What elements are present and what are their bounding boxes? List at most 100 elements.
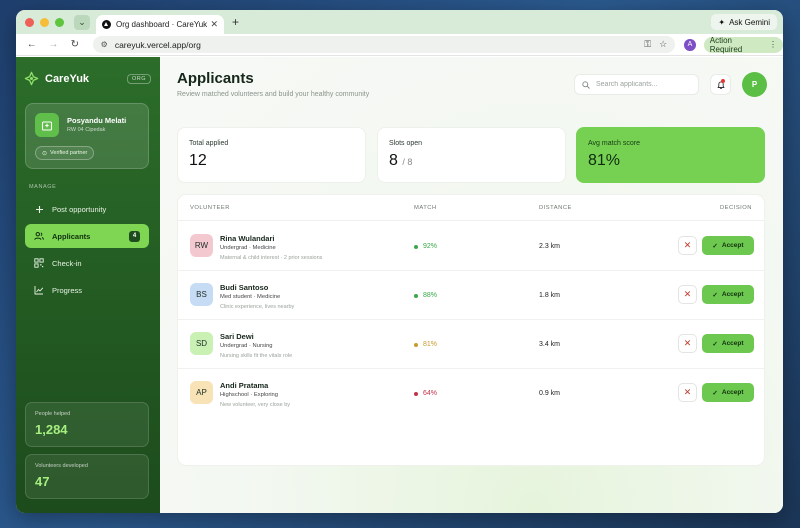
applicant-name: Sari Dewi bbox=[220, 332, 254, 341]
accept-label: Accept bbox=[721, 242, 744, 249]
chart-icon bbox=[34, 285, 44, 295]
reject-button[interactable]: ✕ bbox=[678, 383, 697, 402]
accept-label: Accept bbox=[721, 340, 744, 347]
close-icon: ✕ bbox=[683, 387, 692, 397]
manage-section-label: MANAGE bbox=[29, 184, 57, 190]
sidebar: CareYuk ORG Posyandu Melati RW 04 Cipeda… bbox=[16, 57, 160, 513]
browser-profile-avatar[interactable]: A bbox=[684, 38, 696, 51]
column-header-volunteer: VOLUNTEER bbox=[190, 205, 230, 211]
new-tab-button[interactable]: + bbox=[232, 15, 239, 29]
check-icon: ✓ bbox=[712, 389, 718, 397]
check-circle-icon: ⊙ bbox=[42, 150, 48, 157]
reject-button[interactable]: ✕ bbox=[678, 334, 697, 353]
accept-label: Accept bbox=[721, 389, 744, 396]
search-box bbox=[574, 74, 699, 95]
sparkle-icon: ✦ bbox=[718, 17, 726, 27]
check-icon: ✓ bbox=[712, 291, 718, 299]
stat-value: 47 bbox=[35, 474, 50, 489]
reject-button[interactable]: ✕ bbox=[678, 236, 697, 255]
org-name: Posyandu Melati bbox=[67, 116, 127, 125]
reject-button[interactable]: ✕ bbox=[678, 285, 697, 304]
match-value: 88% bbox=[423, 292, 438, 299]
column-header-decision: DECISION bbox=[719, 205, 752, 211]
match-score: 64% bbox=[414, 390, 437, 397]
action-required-button[interactable]: Action Required ⋮ bbox=[703, 36, 783, 54]
user-avatar[interactable]: P bbox=[742, 72, 767, 97]
more-vert-icon: ⋮ bbox=[769, 40, 778, 49]
table-row: SD Sari Dewi Undergrad · Nursing Nursing sk… bbox=[178, 320, 764, 369]
page-title: Applicants bbox=[177, 70, 254, 87]
applicant-meta: Highschool · Exploring bbox=[220, 392, 278, 398]
accept-button[interactable]: ✓ Accept bbox=[702, 236, 754, 255]
qr-code-icon bbox=[34, 258, 44, 268]
applicant-distance: 3.4 km bbox=[539, 341, 561, 348]
notifications-button[interactable] bbox=[710, 74, 731, 95]
search-icon bbox=[582, 80, 590, 89]
page-subtitle: Review matched volunteers and build your… bbox=[177, 91, 370, 98]
ask-gemini-button[interactable]: ✦ Ask Gemini bbox=[711, 14, 777, 30]
search-input[interactable] bbox=[596, 81, 691, 88]
stat-label: Volunteers developed bbox=[35, 463, 88, 469]
sidebar-item-check-in[interactable]: Check-in bbox=[25, 251, 149, 275]
plus-icon bbox=[34, 204, 44, 214]
applicant-avatar: SD bbox=[190, 332, 213, 355]
back-button[interactable]: ← bbox=[26, 39, 38, 50]
accept-button[interactable]: ✓ Accept bbox=[702, 334, 754, 353]
kpi-value-wrap: 81% bbox=[588, 152, 620, 170]
column-header-match: MATCH bbox=[414, 205, 437, 211]
kpi-value: 12 bbox=[189, 152, 207, 169]
match-value: 92% bbox=[423, 243, 438, 250]
maximize-window-button[interactable] bbox=[55, 17, 64, 27]
accept-button[interactable]: ✓ Accept bbox=[702, 383, 754, 402]
table-header: VOLUNTEER MATCH DISTANCE DECISION bbox=[178, 195, 764, 221]
sidebar-item-post-opportunity[interactable]: Post opportunity bbox=[25, 197, 149, 221]
applicant-name: Budi Santoso bbox=[220, 283, 269, 292]
match-dot bbox=[414, 391, 418, 396]
org-profile-card[interactable]: Posyandu Melati RW 04 Cipedak ⊙ Verified… bbox=[25, 103, 149, 169]
applicant-note: New volunteer, very close by bbox=[220, 402, 291, 408]
ask-gemini-label: Ask Gemini bbox=[729, 17, 770, 27]
sidebar-item-progress[interactable]: Progress bbox=[25, 278, 149, 302]
close-icon: ✕ bbox=[683, 338, 692, 348]
stat-value: 1,284 bbox=[35, 422, 68, 437]
applicant-avatar: AP bbox=[190, 381, 213, 404]
stat-label: People helped bbox=[35, 411, 71, 417]
close-window-button[interactable] bbox=[25, 17, 34, 27]
sidebar-item-applicants[interactable]: Applicants 4 bbox=[25, 224, 149, 248]
address-bar[interactable]: ⚙ careyuk.vercel.app/org ⚿ ☆ bbox=[92, 36, 676, 53]
verified-label: Verified partner bbox=[50, 150, 88, 156]
app: CareYuk ORG Posyandu Melati RW 04 Cipeda… bbox=[16, 57, 783, 513]
brand[interactable]: CareYuk bbox=[24, 71, 89, 86]
careyuk-logo-icon bbox=[24, 71, 39, 86]
sidebar-nav: Post opportunity Applicants 4 Check-in P… bbox=[25, 197, 149, 305]
applicant-meta: Med student · Medicine bbox=[220, 294, 281, 300]
users-icon bbox=[34, 231, 44, 241]
kpi-label: Slots open bbox=[389, 140, 423, 147]
url-text: careyuk.vercel.app/org bbox=[114, 39, 201, 50]
org-location: RW 04 Cipedak bbox=[67, 127, 106, 133]
applicant-name: Rina Wulandari bbox=[220, 234, 275, 243]
applicant-meta: Undergrad · Medicine bbox=[220, 245, 276, 251]
sidebar-item-label: Post opportunity bbox=[52, 204, 107, 214]
minimize-window-button[interactable] bbox=[40, 17, 49, 27]
applicant-name: Andi Pratama bbox=[220, 381, 269, 390]
applicant-distance: 2.3 km bbox=[539, 243, 561, 250]
applicant-distance: 0.9 km bbox=[539, 390, 561, 397]
bookmark-star-icon[interactable]: ☆ bbox=[659, 39, 667, 50]
close-tab-icon[interactable]: ✕ bbox=[210, 19, 218, 30]
password-key-icon[interactable]: ⚿ bbox=[644, 39, 651, 50]
applicants-count-badge: 4 bbox=[129, 230, 140, 242]
site-info-icon[interactable]: ⚙ bbox=[101, 40, 108, 49]
match-score: 88% bbox=[414, 292, 437, 299]
match-value: 81% bbox=[423, 341, 438, 348]
browser-tab[interactable]: Org dashboard · CareYuk ✕ bbox=[96, 15, 224, 34]
forward-button[interactable]: → bbox=[48, 39, 60, 50]
accept-button[interactable]: ✓ Accept bbox=[702, 285, 754, 304]
kpi-value: 8 bbox=[389, 152, 398, 169]
tab-search-button[interactable]: ⌄ bbox=[74, 14, 90, 30]
kpi-total-applied: Total applied 12 bbox=[177, 127, 366, 183]
reload-button[interactable]: ↻ bbox=[69, 39, 81, 50]
close-icon: ✕ bbox=[683, 240, 692, 250]
tab-title: Org dashboard · CareYuk bbox=[116, 20, 208, 29]
main-content: Applicants Review matched volunteers and… bbox=[160, 57, 783, 513]
